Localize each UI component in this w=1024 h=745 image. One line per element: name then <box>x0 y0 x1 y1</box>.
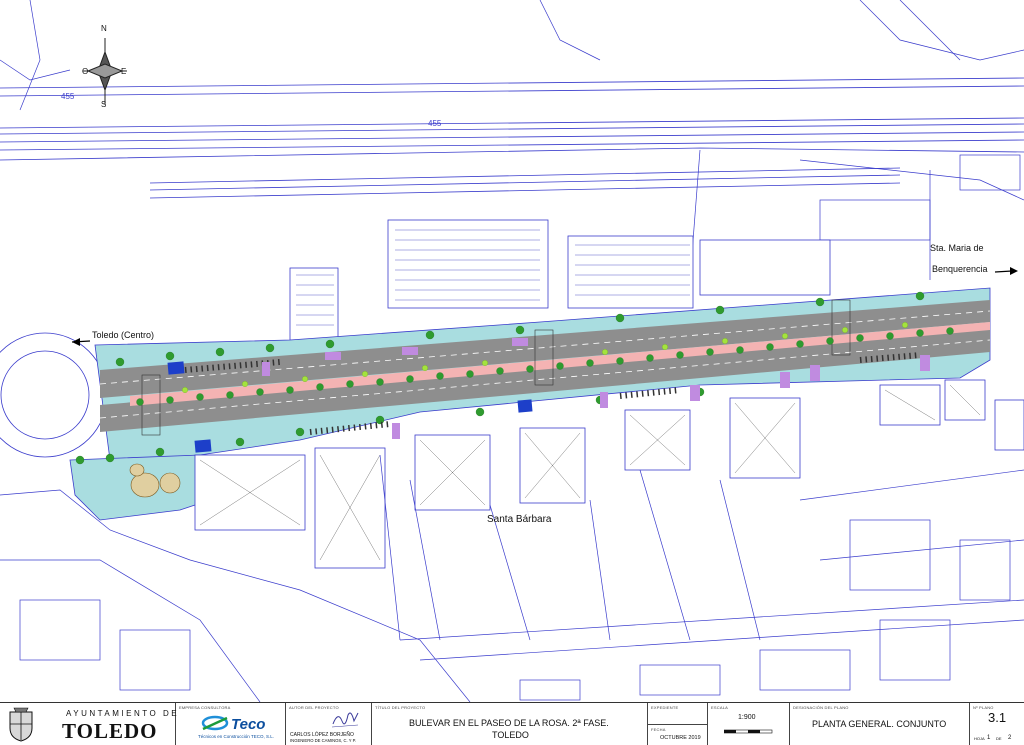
site-plan-map <box>0 0 1024 702</box>
author-title: INGENIERO DE CAMINOS, C. Y P. <box>290 738 357 743</box>
file-date-cell: EXPEDIENTE FECHA OCTUBRE 2019 <box>648 703 708 745</box>
project-title-line1: BULEVAR EN EL PASEO DE LA ROSA. 2ª FASE. <box>409 718 609 728</box>
company-logo-text: Teco <box>231 716 266 733</box>
santa-barbara-label: Santa Bárbara <box>487 514 552 525</box>
plan-name: PLANTA GENERAL. CONJUNTO <box>812 719 947 729</box>
plan-number: 3.1 <box>988 710 1007 725</box>
municipality-top: AYUNTAMIENTO DE <box>66 709 180 718</box>
sheet-caption: HOJA <box>974 736 985 741</box>
road-number-label: 455 <box>428 119 442 128</box>
scale-cell: ESCALA 1:900 <box>708 703 790 745</box>
plan-sheet: N S E O 455 455 Toledo (Centro) Sta. Mar… <box>0 0 1024 745</box>
benquerencia-label: Benquerencia <box>932 264 988 274</box>
date-caption: FECHA <box>651 727 666 732</box>
project-caption: TÍTULO DEL PROYECTO <box>375 705 426 710</box>
company-name: Técnicos en Construcción TECO, S.L. <box>198 734 274 739</box>
author-cell: AUTOR DEL PROYECTO CARLOS LÓPEZ BORJEÑO … <box>286 703 372 745</box>
municipality-cell: AYUNTAMIENTO DE TOLEDO <box>0 703 180 745</box>
project-cell: TÍTULO DEL PROYECTO BULEVAR EN EL PASEO … <box>372 703 648 745</box>
plan-designation-cell: DESIGNACIÓN DEL PLANO PLANTA GENERAL. CO… <box>790 703 970 745</box>
scale-value: 1:900 <box>738 714 756 721</box>
santa-maria-label: Sta. Maria de <box>930 243 984 253</box>
railway-lines <box>0 77 1024 199</box>
sheet-of: DE <box>996 736 1002 741</box>
toledo-centro-label: Toledo (Centro) <box>92 330 155 340</box>
toledo-coat-of-arms-icon <box>9 707 33 742</box>
plan-caption: DESIGNACIÓN DEL PLANO <box>793 705 849 710</box>
file-caption: EXPEDIENTE <box>651 705 679 710</box>
scale-caption: ESCALA <box>711 705 728 710</box>
plan-number-cell: Nº PLANO 3.1 HOJA 1 DE 2 <box>970 703 1024 745</box>
date-value: OCTUBRE 2019 <box>660 735 701 741</box>
roundabout <box>0 332 108 458</box>
sheet-number: 1 <box>987 735 991 741</box>
compass-north-label: N <box>101 24 107 33</box>
compass-east-label: E <box>121 67 127 76</box>
teco-logo-icon <box>201 715 229 731</box>
compass-west-label: O <box>82 67 89 76</box>
title-block: AYUNTAMIENTO DE TOLEDO EMPRESA CONSULTOR… <box>0 702 1024 745</box>
project-title-line2: TOLEDO <box>492 730 529 740</box>
road-number-label: 455 <box>61 92 75 101</box>
municipality-name: TOLEDO <box>62 719 158 743</box>
sheet-total: 2 <box>1008 735 1012 741</box>
divider <box>648 724 708 725</box>
company-caption: EMPRESA CONSULTORA <box>179 705 231 710</box>
compass-south-label: S <box>101 100 107 109</box>
author-signature <box>331 712 359 728</box>
company-cell: EMPRESA CONSULTORA Teco Técnicos en Cons… <box>176 703 286 745</box>
scale-bar <box>724 729 773 734</box>
